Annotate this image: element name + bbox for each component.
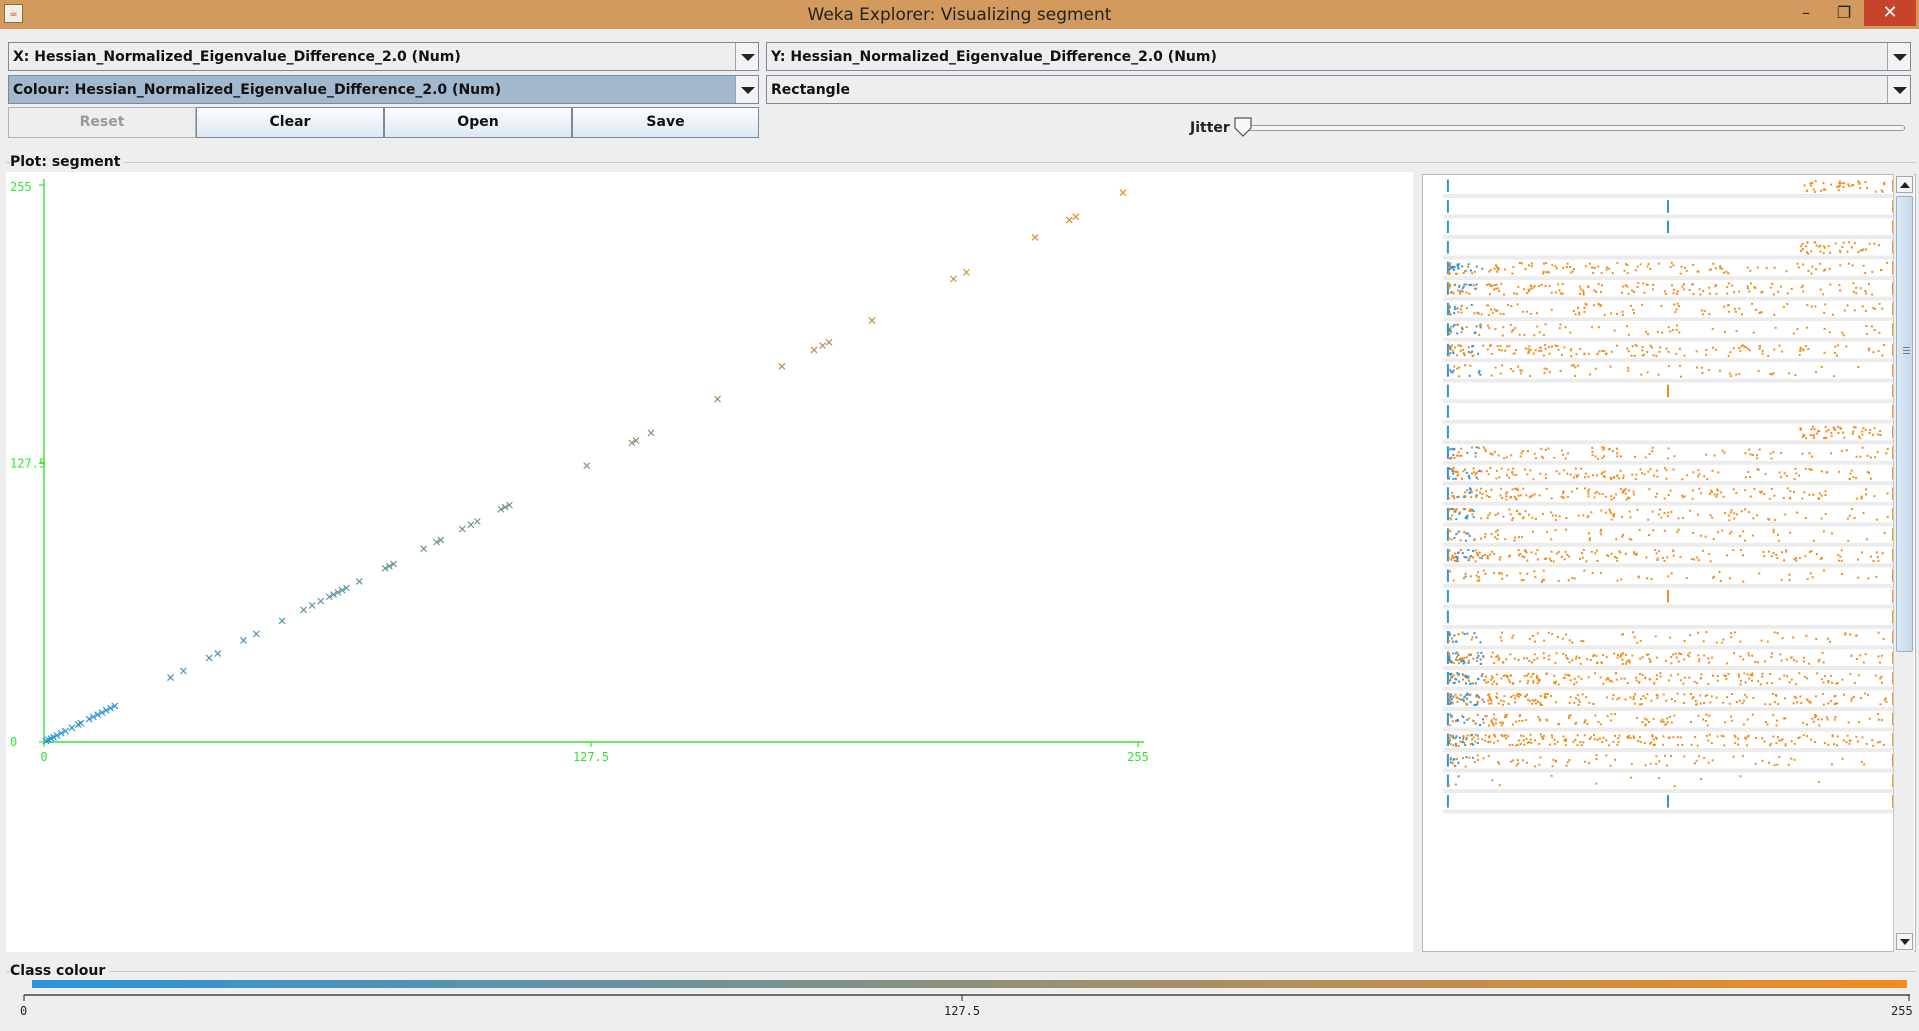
attribute-bar[interactable] — [1442, 382, 1897, 404]
attribute-bar[interactable] — [1442, 649, 1897, 670]
attribute-bar[interactable] — [1442, 464, 1897, 486]
y-axis-select[interactable]: Y: Hessian_Normalized_Eigenvalue_Differe… — [766, 42, 1911, 71]
colour-select-value: Colour: Hessian_Normalized_Eigenvalue_Di… — [13, 82, 502, 98]
attribute-bar[interactable] — [1442, 567, 1897, 588]
window-title: Weka Explorer: Visualizing segment — [807, 5, 1112, 25]
chevron-down-icon[interactable] — [1887, 43, 1910, 70]
attribute-bar[interactable] — [1442, 403, 1897, 424]
x-tick-label: 127.5 — [573, 750, 609, 764]
jitter-label: Jitter — [1190, 120, 1230, 136]
chevron-down-icon[interactable] — [735, 43, 758, 70]
y-axis-select-value: Y: Hessian_Normalized_Eigenvalue_Differe… — [771, 49, 1217, 65]
attribute-bar[interactable] — [1442, 710, 1897, 732]
class-colour-bar: 0 127.5 255 — [20, 980, 1913, 1018]
jitter-slider-thumb[interactable] — [1234, 117, 1252, 137]
attribute-bar[interactable] — [1442, 772, 1897, 794]
attribute-bar[interactable] — [1442, 423, 1897, 445]
attribute-bar[interactable] — [1442, 793, 1897, 814]
class-colour-mid-label: 127.5 — [944, 1004, 980, 1018]
jitter-slider[interactable] — [1241, 125, 1905, 131]
chevron-down-icon[interactable] — [1887, 76, 1910, 103]
attribute-bar[interactable] — [1442, 731, 1897, 753]
attribute-bar[interactable] — [1442, 321, 1897, 342]
shape-select[interactable]: Rectangle — [766, 75, 1911, 104]
close-button[interactable]: ✕ — [1864, 0, 1916, 26]
plot-background — [6, 172, 1413, 952]
save-button[interactable]: Save — [572, 107, 759, 138]
attribute-bar[interactable] — [1442, 546, 1897, 568]
class-colour-max-label: 255 — [1891, 1004, 1913, 1018]
clear-button[interactable]: Clear — [196, 107, 384, 138]
x-axis-select[interactable]: X: Hessian_Normalized_Eigenvalue_Differe… — [8, 42, 759, 71]
class-colour-group-border — [6, 971, 1916, 972]
attribute-bar[interactable] — [1442, 587, 1897, 609]
attribute-bar[interactable] — [1442, 608, 1897, 629]
attribute-bar[interactable] — [1442, 259, 1897, 281]
x-tick-label: 255 — [1127, 750, 1149, 764]
plot-group-border — [6, 162, 1916, 163]
scroll-down-icon[interactable] — [1896, 933, 1913, 950]
x-axis-select-value: X: Hessian_Normalized_Eigenvalue_Differe… — [13, 49, 461, 65]
attribute-bar[interactable] — [1442, 362, 1897, 383]
class-colour-min-label: 0 — [20, 1004, 27, 1018]
title-bar: ☕ Weka Explorer: Visualizing segment – ❐… — [0, 0, 1919, 29]
open-button[interactable]: Open — [384, 107, 572, 138]
scroll-up-icon[interactable] — [1896, 176, 1913, 193]
reset-button[interactable]: Reset — [8, 107, 196, 138]
attribute-bar[interactable] — [1442, 198, 1897, 219]
y-tick-label: 0 — [10, 735, 17, 749]
attribute-bar[interactable] — [1442, 239, 1897, 260]
scrollbar-thumb[interactable] — [1896, 196, 1913, 652]
attribute-bar[interactable] — [1442, 444, 1897, 465]
attribute-bar[interactable] — [1442, 690, 1897, 711]
attribute-bar[interactable] — [1442, 485, 1897, 506]
scatter-plot[interactable]: 0 127.5 255 0 127.5 255 — [6, 172, 1413, 952]
x-tick-label: 0 — [40, 750, 47, 764]
class-colour-gradient — [32, 980, 1907, 988]
shape-select-value: Rectangle — [771, 82, 850, 98]
attribute-bar[interactable] — [1442, 628, 1897, 650]
attribute-bar[interactable] — [1442, 505, 1897, 527]
y-tick-label: 127.5 — [10, 457, 46, 471]
attribute-bar[interactable] — [1442, 218, 1897, 240]
attribute-bar[interactable] — [1442, 752, 1897, 773]
plot-group-label: Plot: segment — [10, 154, 125, 170]
attribute-bar[interactable] — [1442, 280, 1897, 301]
attribute-bar[interactable] — [1442, 669, 1897, 691]
attribute-bar[interactable] — [1442, 300, 1897, 322]
attribute-bar[interactable] — [1442, 341, 1897, 363]
attribute-bars-panel[interactable] — [1422, 174, 1916, 952]
attribute-bar[interactable] — [1442, 526, 1897, 547]
colour-select[interactable]: Colour: Hessian_Normalized_Eigenvalue_Di… — [8, 75, 759, 104]
chevron-down-icon[interactable] — [735, 76, 758, 103]
attribute-bar[interactable] — [1442, 177, 1897, 199]
y-tick-label: 255 — [10, 180, 32, 194]
maximize-button[interactable]: ❐ — [1822, 0, 1866, 26]
side-panel-scrollbar[interactable] — [1893, 174, 1914, 952]
